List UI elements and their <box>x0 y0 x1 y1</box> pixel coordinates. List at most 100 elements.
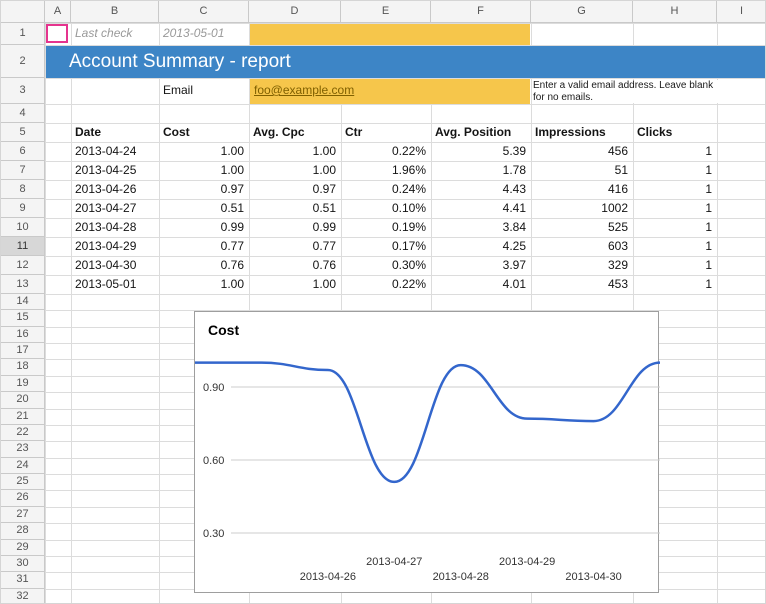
embedded-chart[interactable]: Cost 0.900.600.302013-04-262013-04-27201… <box>194 311 659 593</box>
cell[interactable]: 4.41 <box>431 199 531 218</box>
column-header-G[interactable]: G <box>531 1 633 23</box>
row-header-10[interactable]: 10 <box>1 218 45 237</box>
row-header-31[interactable]: 31 <box>1 572 45 588</box>
cell[interactable]: 0.51 <box>159 199 249 218</box>
row-header-26[interactable]: 26 <box>1 490 45 506</box>
cell[interactable]: 1 <box>633 180 717 199</box>
row-header-4[interactable]: 4 <box>1 104 45 123</box>
cell[interactable]: 1002 <box>531 199 633 218</box>
row-header-27[interactable]: 27 <box>1 507 45 523</box>
row-header-12[interactable]: 12 <box>1 256 45 275</box>
cell[interactable]: 416 <box>531 180 633 199</box>
cell[interactable]: 0.10% <box>341 199 431 218</box>
column-header-C[interactable]: C <box>159 1 249 23</box>
email-address-link[interactable]: foo@example.com <box>249 78 531 104</box>
cell[interactable]: 0.76 <box>249 256 341 275</box>
row-header-32[interactable]: 32 <box>1 589 45 604</box>
cell[interactable]: 1.00 <box>249 142 341 161</box>
cell[interactable]: 1.96% <box>341 161 431 180</box>
last-check-label[interactable]: Last check <box>71 23 159 45</box>
cell[interactable]: 4.25 <box>431 237 531 256</box>
cell[interactable]: 2013-04-26 <box>71 180 159 199</box>
row-header-24[interactable]: 24 <box>1 458 45 474</box>
cell[interactable]: 0.51 <box>249 199 341 218</box>
row-header-11[interactable]: 11 <box>1 237 45 256</box>
cell[interactable]: 1.00 <box>249 275 341 294</box>
row-header-29[interactable]: 29 <box>1 540 45 556</box>
column-header-B[interactable]: B <box>71 1 159 23</box>
table-header-cell[interactable]: Ctr <box>341 123 431 142</box>
cell[interactable]: 1.00 <box>159 142 249 161</box>
cell[interactable]: 1.78 <box>431 161 531 180</box>
cell[interactable]: 1 <box>633 218 717 237</box>
cell[interactable]: 0.22% <box>341 142 431 161</box>
cell[interactable]: 2013-04-29 <box>71 237 159 256</box>
row-header-19[interactable]: 19 <box>1 376 45 392</box>
table-header-cell[interactable]: Clicks <box>633 123 717 142</box>
cell[interactable]: 329 <box>531 256 633 275</box>
row-header-5[interactable]: 5 <box>1 123 45 142</box>
cell[interactable]: 0.99 <box>249 218 341 237</box>
row-header-22[interactable]: 22 <box>1 425 45 441</box>
cell[interactable]: 2013-04-28 <box>71 218 159 237</box>
cell[interactable]: 2013-04-27 <box>71 199 159 218</box>
table-header-cell[interactable]: Cost <box>159 123 249 142</box>
column-header-F[interactable]: F <box>431 1 531 23</box>
cell[interactable]: 2013-04-25 <box>71 161 159 180</box>
last-check-value[interactable]: 2013-05-01 <box>159 23 249 45</box>
row-header-9[interactable]: 9 <box>1 199 45 218</box>
row-header-6[interactable]: 6 <box>1 142 45 161</box>
row-header-25[interactable]: 25 <box>1 474 45 490</box>
cell[interactable]: 0.76 <box>159 256 249 275</box>
row-header-20[interactable]: 20 <box>1 392 45 408</box>
select-all-corner[interactable] <box>1 1 45 23</box>
cell[interactable]: 1 <box>633 256 717 275</box>
cell[interactable]: 0.77 <box>159 237 249 256</box>
cell[interactable]: 525 <box>531 218 633 237</box>
cell[interactable]: 1 <box>633 275 717 294</box>
report-title-banner[interactable]: Account Summary - report <box>46 46 766 78</box>
cell[interactable]: 1 <box>633 161 717 180</box>
row-header-18[interactable]: 18 <box>1 359 45 375</box>
column-header-E[interactable]: E <box>341 1 431 23</box>
cell[interactable]: 0.24% <box>341 180 431 199</box>
table-header-cell[interactable]: Impressions <box>531 123 633 142</box>
highlighted-range-row1[interactable] <box>250 24 530 45</box>
row-header-15[interactable]: 15 <box>1 310 45 326</box>
row-header-21[interactable]: 21 <box>1 409 45 425</box>
cell[interactable]: 3.97 <box>431 256 531 275</box>
row-header-7[interactable]: 7 <box>1 161 45 180</box>
email-label[interactable]: Email <box>159 78 249 104</box>
cell[interactable]: 0.19% <box>341 218 431 237</box>
column-header-H[interactable]: H <box>633 1 717 23</box>
table-header-cell[interactable]: Date <box>71 123 159 142</box>
table-header-cell[interactable]: Avg. Position <box>431 123 531 142</box>
cell[interactable]: 2013-04-30 <box>71 256 159 275</box>
cell[interactable]: 0.77 <box>249 237 341 256</box>
cell[interactable]: 4.01 <box>431 275 531 294</box>
table-header-cell[interactable]: Avg. Cpc <box>249 123 341 142</box>
row-header-1[interactable]: 1 <box>1 23 45 45</box>
cell[interactable]: 1 <box>633 237 717 256</box>
cell[interactable]: 2013-05-01 <box>71 275 159 294</box>
cell[interactable]: 1.00 <box>249 161 341 180</box>
row-header-13[interactable]: 13 <box>1 275 45 294</box>
row-header-14[interactable]: 14 <box>1 294 45 310</box>
cell[interactable]: 1 <box>633 142 717 161</box>
cell[interactable]: 0.22% <box>341 275 431 294</box>
cell[interactable]: 2013-04-24 <box>71 142 159 161</box>
cell[interactable]: 0.97 <box>249 180 341 199</box>
cell[interactable]: 453 <box>531 275 633 294</box>
row-header-16[interactable]: 16 <box>1 327 45 343</box>
cell[interactable]: 4.43 <box>431 180 531 199</box>
cell[interactable]: 603 <box>531 237 633 256</box>
row-header-30[interactable]: 30 <box>1 556 45 572</box>
row-header-2[interactable]: 2 <box>1 45 45 78</box>
column-header-A[interactable]: A <box>45 1 71 23</box>
cell[interactable]: 0.97 <box>159 180 249 199</box>
cell[interactable]: 1 <box>633 199 717 218</box>
row-header-23[interactable]: 23 <box>1 441 45 457</box>
cell[interactable]: 3.84 <box>431 218 531 237</box>
cell[interactable]: 51 <box>531 161 633 180</box>
cell[interactable]: 0.30% <box>341 256 431 275</box>
